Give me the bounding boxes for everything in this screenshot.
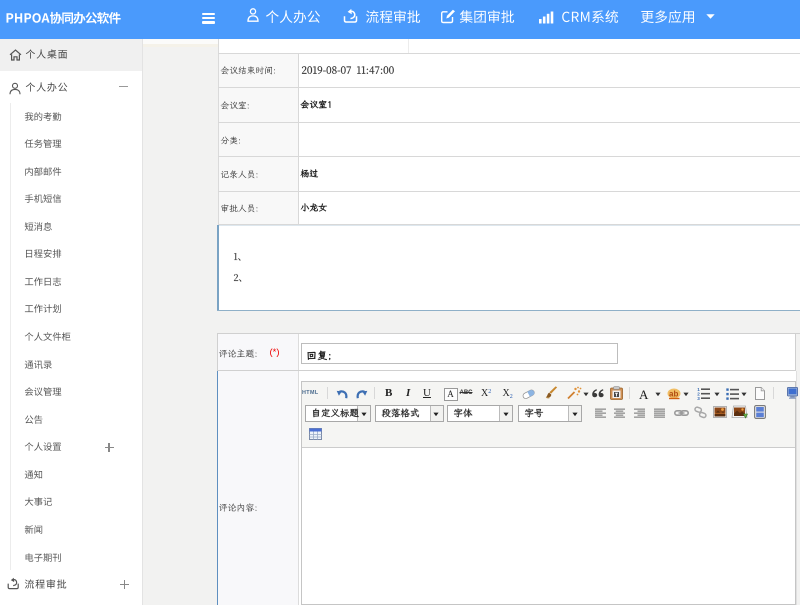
svg-text:3: 3 [697,396,700,400]
svg-text:ab: ab [669,390,678,399]
